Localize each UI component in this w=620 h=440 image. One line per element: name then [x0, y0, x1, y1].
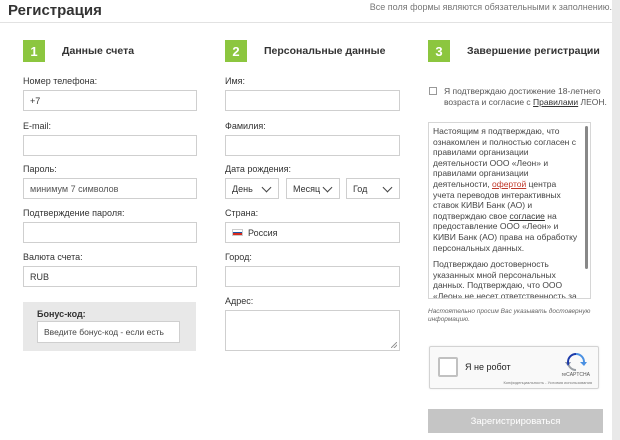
currency-label: Валюта счета:: [23, 252, 83, 262]
step-finish: 3 Завершение регистрации: [428, 40, 600, 62]
terms-paragraph-1: Настоящим я подтверждаю, что ознакомлен …: [433, 126, 578, 253]
register-button[interactable]: Зарегистрироваться: [428, 409, 603, 433]
terms-textbox[interactable]: Настоящим я подтверждаю, что ознакомлен …: [428, 122, 591, 299]
step-title: Завершение регистрации: [467, 45, 600, 57]
recaptcha-links[interactable]: Конфиденциальность - Условия использован…: [503, 380, 592, 385]
page-title: Регистрация: [8, 2, 102, 19]
bonus-code-field[interactable]: [37, 321, 180, 343]
step-personal: 2 Персональные данные: [225, 40, 385, 62]
step-title: Персональные данные: [264, 45, 386, 57]
age-consent-text: Я подтверждаю достижение 18-летнего возр…: [444, 86, 607, 107]
password-confirm-label: Подтверждение пароля:: [23, 208, 125, 218]
birth-day-value: День: [232, 183, 253, 194]
step-number: 1: [23, 40, 45, 62]
email-label: E-mail:: [23, 121, 52, 131]
password-input[interactable]: [30, 183, 190, 194]
recaptcha-label: Я не робот: [465, 362, 511, 372]
birth-day-select[interactable]: День: [225, 178, 279, 199]
birth-month-select[interactable]: Месяц: [286, 178, 340, 199]
recaptcha-widget: Я не робот reCAPTCHA Конфиденциальность …: [429, 346, 599, 389]
first-name-field[interactable]: [225, 90, 400, 111]
rules-link[interactable]: Правилами: [533, 97, 578, 107]
currency-field[interactable]: RUB: [23, 266, 197, 287]
step-title: Данные счета: [62, 45, 135, 57]
bonus-code-label: Бонус-код:: [37, 309, 86, 319]
last-name-input[interactable]: [232, 140, 393, 151]
age-consent-row: Я подтверждаю достижение 18-летнего возр…: [429, 86, 609, 108]
bonus-code-panel: Бонус-код:: [23, 302, 196, 351]
country-value: Россия: [248, 227, 278, 238]
email-field[interactable]: [23, 135, 197, 156]
first-name-label: Имя:: [225, 76, 246, 86]
chevron-down-icon: [382, 182, 393, 192]
russia-flag-icon: [232, 229, 243, 236]
recaptcha-checkbox[interactable]: [438, 357, 458, 377]
password-label: Пароль:: [23, 164, 57, 174]
last-name-field[interactable]: [225, 135, 400, 156]
step-number: 2: [225, 40, 247, 62]
city-label: Город:: [225, 252, 252, 262]
city-field[interactable]: [225, 266, 400, 287]
age-consent-checkbox[interactable]: [429, 87, 437, 95]
country-select[interactable]: Россия: [225, 222, 400, 243]
header-divider: [0, 22, 620, 23]
recaptcha-brand: reCAPTCHA: [561, 372, 590, 378]
offer-link[interactable]: офертой: [492, 179, 526, 189]
consent-link[interactable]: согласие: [509, 211, 544, 221]
terms-note: Настоятельно просим Вас указывать достов…: [428, 308, 591, 323]
page-scroll-gutter: [612, 0, 620, 440]
required-note: Все поля формы являются обязательными к …: [369, 2, 612, 12]
birth-month-value: Месяц: [293, 183, 321, 194]
recaptcha-logo-icon: [565, 353, 587, 371]
terms-scrollbar[interactable]: [585, 126, 588, 269]
password-field[interactable]: [23, 178, 197, 199]
city-input[interactable]: [232, 271, 393, 282]
resize-grip-icon[interactable]: [391, 342, 397, 348]
phone-field[interactable]: [23, 90, 197, 111]
step-account: 1 Данные счета: [23, 40, 134, 62]
step-number: 3: [428, 40, 450, 62]
password-confirm-field[interactable]: [23, 222, 197, 243]
password-confirm-input[interactable]: [30, 227, 190, 238]
phone-input[interactable]: [30, 95, 190, 106]
country-label: Страна:: [225, 208, 259, 218]
last-name-label: Фамилия:: [225, 121, 266, 131]
phone-label: Номер телефона:: [23, 76, 98, 86]
address-textarea[interactable]: [225, 310, 400, 351]
address-label: Адрес:: [225, 296, 254, 306]
birth-year-select[interactable]: Год: [346, 178, 400, 199]
birth-date-label: Дата рождения:: [225, 164, 291, 174]
first-name-input[interactable]: [232, 95, 393, 106]
chevron-down-icon: [322, 182, 333, 192]
email-input[interactable]: [30, 140, 190, 151]
terms-paragraph-2: Подтверждаю достоверность указанных мной…: [433, 259, 577, 299]
currency-value: RUB: [30, 271, 50, 282]
chevron-down-icon: [261, 182, 272, 192]
bonus-code-input[interactable]: [44, 327, 173, 337]
birth-year-value: Год: [353, 183, 368, 194]
